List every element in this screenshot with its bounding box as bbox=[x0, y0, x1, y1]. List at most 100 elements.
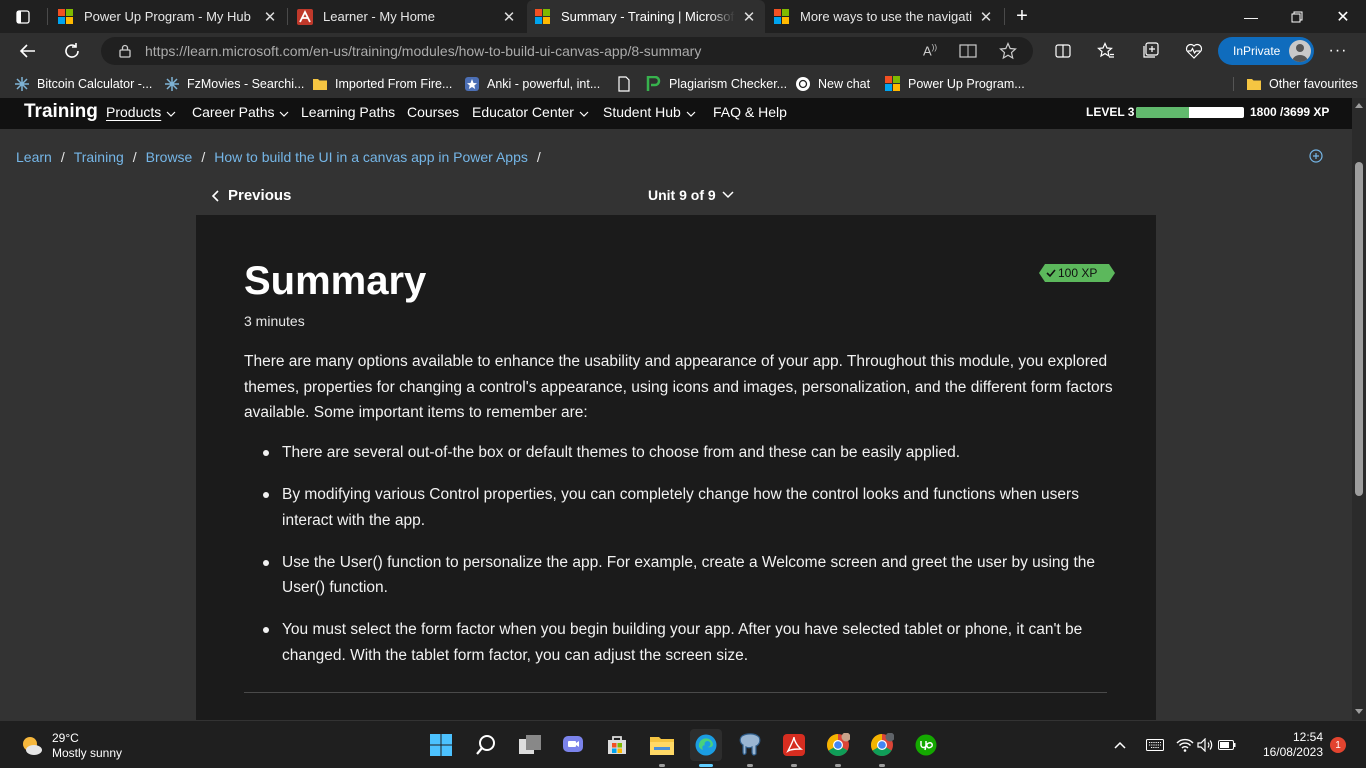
chevron-down-icon bbox=[686, 104, 696, 120]
breadcrumb-learn[interactable]: Learn bbox=[16, 149, 52, 165]
training-brand[interactable]: Training bbox=[24, 101, 98, 123]
close-tab-icon[interactable]: ✕ bbox=[978, 8, 994, 26]
nav-products[interactable]: Products bbox=[106, 104, 176, 120]
battery-icon bbox=[1218, 740, 1236, 750]
bullet-dot bbox=[263, 627, 269, 633]
quick-settings-button[interactable] bbox=[1176, 729, 1236, 761]
breadcrumb-training[interactable]: Training bbox=[74, 149, 124, 165]
browser-tab-bar: Power Up Program - My Hub ✕ Learner - My… bbox=[0, 0, 1366, 33]
anki-icon bbox=[465, 76, 479, 91]
refresh-button[interactable] bbox=[54, 33, 90, 69]
chrome-profile-1-button[interactable] bbox=[822, 729, 854, 767]
minimize-icon: — bbox=[1244, 8, 1258, 25]
bookmark-label: Imported From Fire... bbox=[335, 76, 453, 91]
bookmark-untitled[interactable] bbox=[616, 69, 639, 98]
bookmark-bitcoin-calculator[interactable]: Bitcoin Calculator -... bbox=[14, 69, 152, 98]
upwork-button[interactable] bbox=[910, 729, 942, 761]
active-indicator bbox=[699, 764, 713, 767]
split-screen-button[interactable] bbox=[1048, 33, 1078, 69]
key-points-list: There are several out-of-the box or defa… bbox=[244, 440, 1114, 685]
nav-educator-center[interactable]: Educator Center bbox=[472, 104, 589, 120]
minimize-button[interactable]: — bbox=[1228, 0, 1274, 33]
system-clock[interactable]: 12:54 16/08/2023 bbox=[1260, 730, 1323, 760]
scroll-down-icon[interactable] bbox=[1355, 709, 1363, 715]
breadcrumb-separator: / bbox=[132, 149, 137, 165]
favorites-button[interactable] bbox=[1091, 33, 1121, 69]
close-tab-icon[interactable]: ✕ bbox=[262, 8, 278, 26]
close-window-button[interactable]: ✕ bbox=[1320, 0, 1366, 33]
keyboard-layout-button[interactable] bbox=[1139, 729, 1171, 761]
weather-widget[interactable]: 29°C Mostly sunny bbox=[20, 731, 122, 761]
tab-learner-home[interactable]: Learner - My Home ✕ bbox=[289, 0, 525, 33]
sunny-weather-icon bbox=[23, 737, 42, 755]
page-scrollbar[interactable] bbox=[1352, 98, 1366, 720]
microsoft-store-button[interactable] bbox=[601, 729, 633, 761]
tab-title: Power Up Program - My Hub bbox=[84, 9, 251, 24]
browser-essentials-button[interactable] bbox=[1179, 33, 1209, 69]
close-tab-icon[interactable]: ✕ bbox=[501, 8, 517, 26]
bookmark-fzmovies[interactable]: FzMovies - Searchi... bbox=[164, 69, 304, 98]
unit-label: Unit 9 of 9 bbox=[648, 187, 716, 203]
nav-label: FAQ & Help bbox=[713, 104, 787, 120]
search-button[interactable] bbox=[470, 729, 502, 761]
scroll-up-icon[interactable] bbox=[1355, 102, 1363, 108]
bookmark-power-up-program[interactable]: Power Up Program... bbox=[885, 69, 1025, 98]
weather-condition: Mostly sunny bbox=[52, 746, 123, 760]
immersive-reader-icon[interactable] bbox=[959, 43, 977, 59]
chevron-up-icon bbox=[1114, 741, 1126, 749]
restore-button[interactable] bbox=[1274, 0, 1320, 33]
breadcrumb-module[interactable]: How to build the UI in a canvas app in P… bbox=[214, 149, 528, 165]
close-tab-icon[interactable]: ✕ bbox=[741, 8, 757, 26]
postgresql-button[interactable] bbox=[734, 729, 766, 767]
other-favourites-folder[interactable]: Other favourites bbox=[1246, 69, 1358, 98]
nav-learning-paths[interactable]: Learning Paths bbox=[301, 104, 395, 120]
scrollbar-thumb[interactable] bbox=[1355, 162, 1363, 496]
breadcrumb: Learn / Training / Browse / How to build th… bbox=[16, 149, 550, 165]
running-indicator bbox=[835, 764, 841, 767]
bullet-dot bbox=[263, 450, 269, 456]
tab-summary-training[interactable]: Summary - Training | Microsoft Learn ✕ bbox=[527, 0, 765, 33]
chrome-profile-2-button[interactable] bbox=[866, 729, 898, 767]
read-aloud-icon[interactable]: A)) bbox=[923, 43, 937, 58]
show-hidden-icons-button[interactable] bbox=[1104, 729, 1136, 761]
plus-circle-icon[interactable] bbox=[1309, 149, 1323, 163]
favorite-star-icon[interactable] bbox=[999, 42, 1017, 60]
bookmark-anki[interactable]: Anki - powerful, int... bbox=[464, 69, 600, 98]
previous-unit-button[interactable]: Previous bbox=[210, 187, 291, 204]
back-button[interactable] bbox=[10, 33, 46, 69]
unit-selector[interactable]: Unit 9 of 9 bbox=[648, 187, 734, 203]
list-item: You must select the form factor when you… bbox=[244, 617, 1114, 668]
nav-career-paths[interactable]: Career Paths bbox=[192, 104, 289, 120]
xp-text: 1800 /3699 XP bbox=[1250, 105, 1330, 119]
new-tab-button[interactable]: + bbox=[1010, 0, 1034, 33]
previous-label: Previous bbox=[228, 187, 292, 204]
edge-browser-button[interactable] bbox=[690, 729, 722, 767]
tab-power-up-hub[interactable]: Power Up Program - My Hub ✕ bbox=[50, 0, 286, 33]
lock-icon[interactable] bbox=[119, 44, 131, 58]
nav-faq-help[interactable]: FAQ & Help bbox=[713, 104, 787, 120]
bookmark-new-chat[interactable]: New chat bbox=[795, 69, 870, 98]
nav-student-hub[interactable]: Student Hub bbox=[603, 104, 696, 120]
bookmark-imported-folder[interactable]: Imported From Fire... bbox=[312, 69, 452, 98]
breadcrumb-separator: / bbox=[536, 149, 541, 165]
person-icon bbox=[1292, 44, 1308, 62]
nav-label: Career Paths bbox=[192, 104, 275, 120]
teams-chat-button[interactable] bbox=[557, 729, 589, 761]
acrobat-reader-button[interactable] bbox=[778, 729, 810, 767]
settings-more-button[interactable]: ··· bbox=[1323, 33, 1353, 69]
list-item-text: Use the User() function to personalize t… bbox=[282, 553, 1096, 597]
start-button[interactable] bbox=[425, 729, 457, 761]
tab-navigation-ways[interactable]: More ways to use the navigation ✕ bbox=[766, 0, 1002, 33]
tab-actions-button[interactable] bbox=[8, 0, 38, 33]
task-view-button[interactable] bbox=[514, 729, 546, 761]
file-explorer-button[interactable] bbox=[646, 729, 678, 767]
address-bar[interactable]: https://learn.microsoft.com/en-us/traini… bbox=[101, 37, 1033, 65]
breadcrumb-browse[interactable]: Browse bbox=[146, 149, 193, 165]
bookmark-plagiarism-checker[interactable]: Plagiarism Checker... bbox=[646, 69, 787, 98]
notification-badge[interactable]: 1 bbox=[1330, 737, 1346, 753]
nav-courses[interactable]: Courses bbox=[407, 104, 459, 120]
breadcrumb-separator: / bbox=[60, 149, 65, 165]
inprivate-profile-button[interactable]: InPrivate bbox=[1218, 37, 1314, 65]
microsoft-logo-icon bbox=[885, 75, 901, 92]
collections-button[interactable] bbox=[1135, 33, 1165, 69]
